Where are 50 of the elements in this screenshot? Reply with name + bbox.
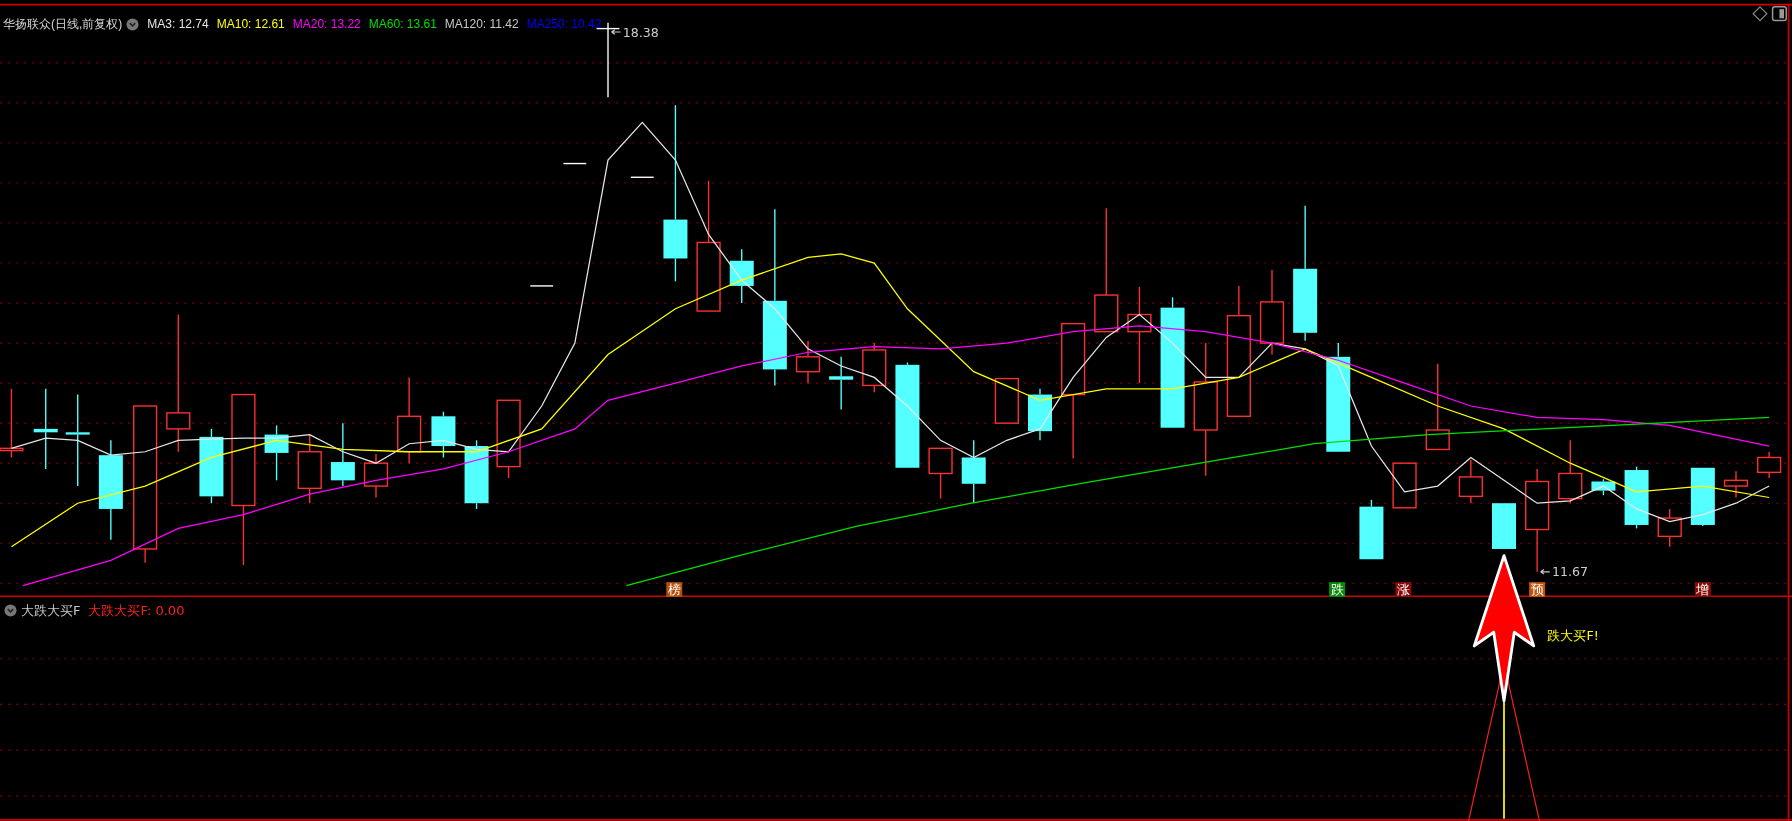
candlestick — [1392, 462, 1417, 509]
signal-tag: 跌 — [1329, 582, 1346, 597]
candlestick — [297, 433, 322, 504]
candlestick — [795, 340, 821, 384]
candlestick — [363, 453, 389, 499]
candlestick — [1558, 439, 1583, 504]
candlestick — [1458, 459, 1483, 504]
candlestick — [1624, 465, 1649, 530]
dropdown-icon[interactable] — [126, 17, 140, 31]
candlestick — [464, 439, 489, 510]
indicator-value: MA3: 12.74 — [147, 16, 209, 33]
indicator-value: MA60: 13.61 — [368, 16, 437, 33]
price-label: 11.67 — [1540, 564, 1588, 580]
candlestick — [1492, 503, 1516, 549]
candlestick — [1757, 451, 1782, 479]
candlestick — [1690, 467, 1715, 527]
dropdown-icon[interactable] — [4, 604, 17, 618]
indicator-reading: 大跌大买F: 0.00 — [88, 602, 185, 620]
candlestick — [330, 422, 355, 487]
candlestick — [1723, 470, 1749, 499]
candlestick — [1657, 508, 1682, 548]
candlestick — [729, 248, 754, 304]
alert-label: 跌大买F! — [1547, 628, 1599, 644]
signal-tag: 榜 — [666, 582, 683, 597]
signal-tag: 预 — [1529, 582, 1546, 597]
candlestick — [1028, 388, 1052, 441]
candlestick — [1591, 478, 1616, 496]
signal-tag: 涨 — [1395, 582, 1412, 597]
candlestick — [829, 356, 854, 411]
candlestick — [862, 342, 887, 393]
candlestick — [529, 285, 554, 287]
price-label: 18.38 — [610, 24, 659, 40]
candlestick — [431, 411, 456, 459]
candlestick — [630, 176, 655, 178]
candlestick — [264, 424, 289, 482]
panel-toggle-icon[interactable] — [1771, 6, 1788, 22]
signal-tag: 增 — [1694, 582, 1711, 597]
candlestick — [1359, 499, 1384, 560]
diamond-icon[interactable] — [1752, 6, 1768, 22]
indicator-value: MA120: 11.42 — [444, 16, 519, 33]
candlestick — [0, 388, 24, 459]
candlestick — [562, 162, 587, 165]
chart-title: 华扬联众(日线,前复权) — [3, 16, 123, 33]
candlestick — [961, 439, 986, 504]
indicator-value: MA20: 13.22 — [292, 16, 361, 33]
indicator-name: 大跌大买F — [21, 602, 81, 620]
indicator-value: MA10: 12.61 — [216, 16, 285, 33]
indicator-value: MA250: 10.42 — [526, 16, 602, 33]
candlestick — [928, 447, 953, 500]
candlestick — [994, 377, 1019, 424]
